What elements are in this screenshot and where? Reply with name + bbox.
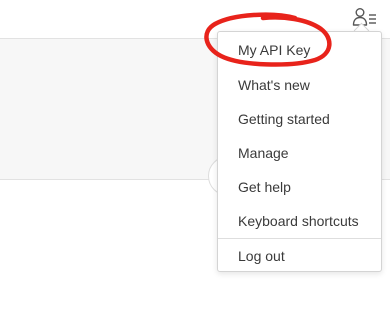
menu-divider — [218, 238, 381, 239]
menu-item-my-api-key[interactable]: My API Key — [238, 41, 310, 59]
menu-item-log-out[interactable]: Log out — [238, 247, 285, 265]
menu-item-get-help[interactable]: Get help — [238, 178, 291, 196]
menu-item-keyboard-shortcuts[interactable]: Keyboard shortcuts — [238, 212, 359, 230]
menu-item-whats-new[interactable]: What's new — [238, 76, 310, 94]
user-menu-icon — [352, 8, 376, 26]
menu-item-getting-started[interactable]: Getting started — [238, 110, 330, 128]
user-dropdown-menu: My API Key What's new Getting started Ma… — [217, 31, 382, 272]
user-menu-button[interactable] — [352, 6, 378, 28]
menu-item-manage[interactable]: Manage — [238, 144, 289, 162]
page: My API Key What's new Getting started Ma… — [0, 0, 390, 312]
